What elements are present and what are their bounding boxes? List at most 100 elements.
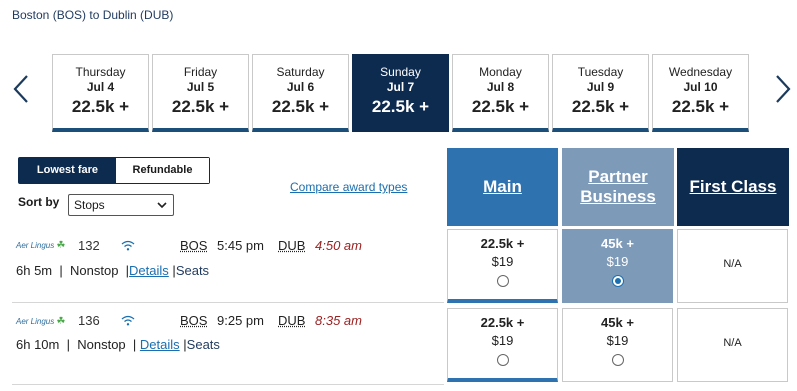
column-header-partner-line1: Partner xyxy=(588,167,648,186)
fare-radio[interactable] xyxy=(496,275,509,287)
date-fare: 22.5k + xyxy=(371,97,430,116)
date-weekday: Tuesday xyxy=(577,65,624,79)
separator: | xyxy=(66,337,70,352)
compare-award-types-link[interactable]: Compare award types xyxy=(290,180,407,194)
date-weekday: Sunday xyxy=(380,65,421,79)
column-header-partner-business[interactable]: Partner Business xyxy=(562,148,674,226)
fare-points: 45k + xyxy=(601,236,634,251)
date-weekday: Friday xyxy=(183,65,218,79)
date-tab-jul-6[interactable]: Saturday Jul 6 22.5k + xyxy=(252,54,349,132)
fare-type-toggle: Lowest fare Refundable xyxy=(18,157,210,184)
departure-time: 5:45 pm xyxy=(217,238,264,253)
fare-radio[interactable] xyxy=(496,354,509,366)
separator: | xyxy=(132,337,137,352)
duration: 6h 5m xyxy=(16,263,53,278)
airline-name: Aer Lingus xyxy=(16,317,55,326)
aer-lingus-logo: Aer Lingus ☘ xyxy=(16,316,65,327)
fare-points: 22.5k + xyxy=(480,315,525,330)
sort-by-label: Sort by xyxy=(18,195,60,209)
chevron-right-icon xyxy=(776,75,791,103)
date-weekday: Saturday xyxy=(276,65,325,79)
sort-select[interactable]: Stops xyxy=(68,194,174,216)
date-fare: 22.5k + xyxy=(71,97,130,116)
column-header-first-class[interactable]: First Class xyxy=(677,148,789,226)
stops: Nonstop xyxy=(77,337,126,352)
date-tab-jul-7-selected[interactable]: Sunday Jul 7 22.5k + xyxy=(352,54,449,132)
flight-number: 132 xyxy=(78,238,100,253)
destination-airport[interactable]: DUB xyxy=(278,238,305,253)
flight-number: 136 xyxy=(78,313,100,328)
next-dates-button[interactable] xyxy=(772,72,794,106)
sort-select-value: Stops xyxy=(74,198,105,212)
date-selector: Thursday Jul 4 22.5k + Friday Jul 5 22.5… xyxy=(52,54,749,132)
flight-info-line: 6h 5m | Nonstop |Details |Seats xyxy=(16,263,209,278)
fare-points: 45k + xyxy=(601,315,634,330)
date-label: Jul 10 xyxy=(683,80,718,94)
fare-cell-partner-business[interactable]: 45k + $19 xyxy=(562,308,673,382)
fare-tax: $19 xyxy=(606,254,629,269)
wifi-icon xyxy=(121,315,135,326)
route-title: Boston (BOS) to Dublin (DUB) xyxy=(12,8,174,22)
separator: | xyxy=(59,263,63,278)
fare-cell-first-class: N/A xyxy=(677,308,788,382)
chevron-down-icon xyxy=(157,202,167,209)
date-label: Jul 4 xyxy=(86,80,115,94)
row-divider xyxy=(12,302,444,303)
date-label: Jul 8 xyxy=(486,80,515,94)
fare-cell-partner-business-selected[interactable]: 45k + $19 xyxy=(562,229,673,303)
previous-dates-button[interactable] xyxy=(10,72,32,106)
date-tab-jul-8[interactable]: Monday Jul 8 22.5k + xyxy=(452,54,549,132)
date-fare: 22.5k + xyxy=(271,97,330,116)
flight-info-line: 6h 10m | Nonstop | Details |Seats xyxy=(16,337,220,352)
date-weekday: Monday xyxy=(479,65,522,79)
fare-unavailable: N/A xyxy=(723,337,742,349)
fare-points: 22.5k + xyxy=(480,236,525,251)
fare-cell-main[interactable]: 22.5k + $19 xyxy=(447,229,558,303)
shamrock-icon: ☘ xyxy=(56,240,66,251)
details-link[interactable]: Details xyxy=(140,337,180,352)
shamrock-icon: ☘ xyxy=(56,316,66,327)
row-divider xyxy=(12,384,444,385)
wifi-icon xyxy=(121,240,135,251)
duration: 6h 10m xyxy=(16,337,60,352)
arrival-time: 4:50 am xyxy=(315,238,362,253)
departure-time: 9:25 pm xyxy=(217,313,264,328)
date-fare: 22.5k + xyxy=(171,97,230,116)
date-label: Jul 7 xyxy=(386,80,415,94)
seats-link[interactable]: Seats xyxy=(176,263,209,278)
airline-name: Aer Lingus xyxy=(16,241,55,250)
date-tab-jul-4[interactable]: Thursday Jul 4 22.5k + xyxy=(52,54,149,132)
date-label: Jul 6 xyxy=(286,80,315,94)
details-link[interactable]: Details xyxy=(129,263,169,278)
date-tab-jul-9[interactable]: Tuesday Jul 9 22.5k + xyxy=(552,54,649,132)
stops: Nonstop xyxy=(70,263,119,278)
date-label: Jul 9 xyxy=(586,80,615,94)
fare-cell-first-class: N/A xyxy=(677,229,788,303)
date-weekday: Wednesday xyxy=(668,65,733,79)
fare-cell-main[interactable]: 22.5k + $19 xyxy=(447,308,558,382)
fare-unavailable: N/A xyxy=(723,258,742,270)
chevron-left-icon xyxy=(13,75,28,103)
date-tab-jul-5[interactable]: Friday Jul 5 22.5k + xyxy=(152,54,249,132)
column-header-partner-line2: Business xyxy=(580,187,656,206)
date-fare: 22.5k + xyxy=(571,97,630,116)
aer-lingus-logo: Aer Lingus ☘ xyxy=(16,240,65,251)
column-header-main[interactable]: Main xyxy=(447,148,558,226)
fare-radio-selected[interactable] xyxy=(611,275,624,287)
origin-airport[interactable]: BOS xyxy=(180,313,207,328)
fare-radio[interactable] xyxy=(611,354,624,366)
date-fare: 22.5k + xyxy=(471,97,530,116)
fare-tax: $19 xyxy=(606,333,629,348)
fare-tax: $19 xyxy=(491,333,514,348)
fare-tax: $19 xyxy=(491,254,514,269)
destination-airport[interactable]: DUB xyxy=(278,313,305,328)
date-label: Jul 5 xyxy=(186,80,215,94)
date-weekday: Thursday xyxy=(75,65,126,79)
date-fare: 22.5k + xyxy=(671,97,730,116)
origin-airport[interactable]: BOS xyxy=(180,238,207,253)
refundable-toggle[interactable]: Refundable xyxy=(116,158,209,183)
lowest-fare-toggle[interactable]: Lowest fare xyxy=(19,158,116,183)
seats-link[interactable]: Seats xyxy=(187,337,220,352)
date-tab-jul-10[interactable]: Wednesday Jul 10 22.5k + xyxy=(652,54,749,132)
arrival-time: 8:35 am xyxy=(315,313,362,328)
